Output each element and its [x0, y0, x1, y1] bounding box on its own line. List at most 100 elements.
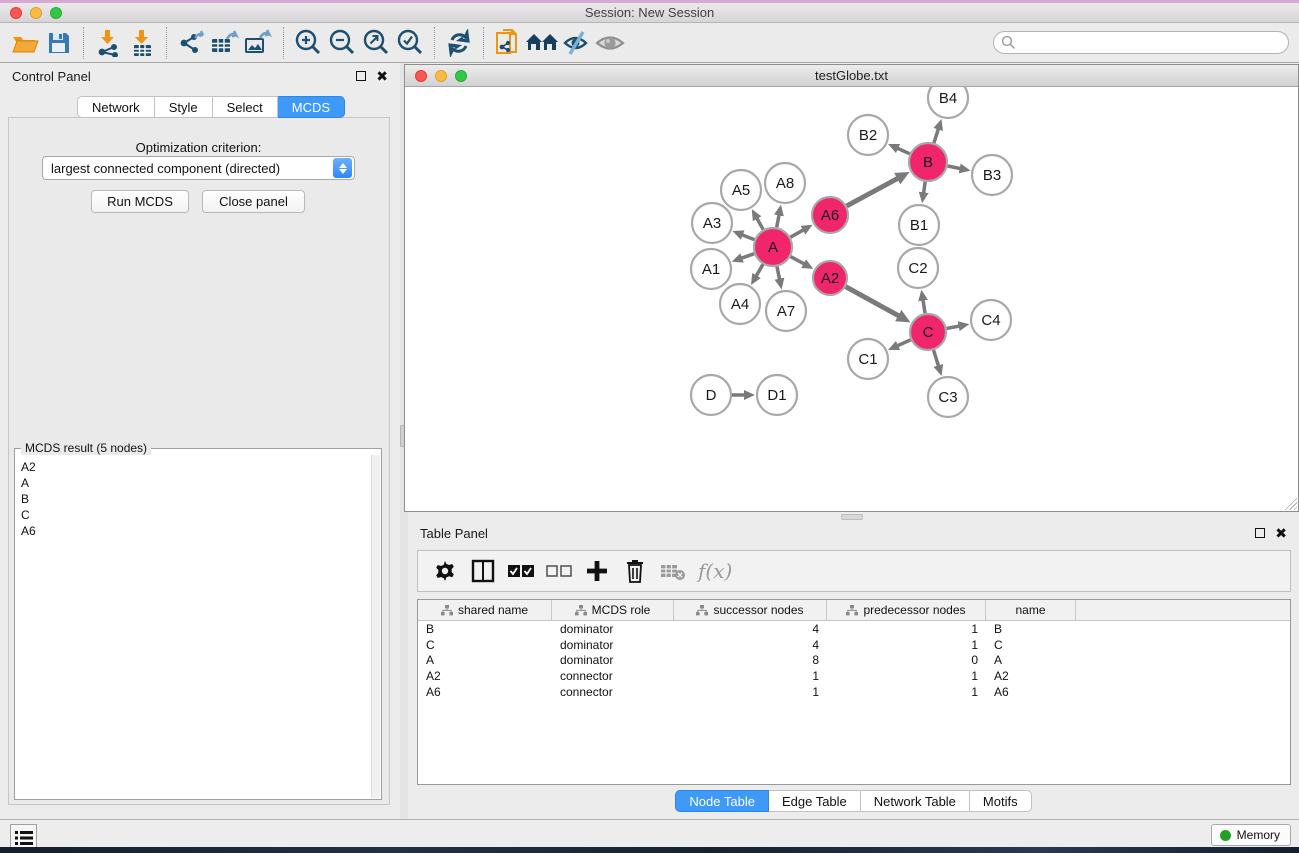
table-float-panel-icon[interactable] — [1255, 528, 1265, 538]
graph-node-A4[interactable]: A4 — [720, 284, 760, 324]
unselect-all-columns-button[interactable] — [542, 554, 576, 588]
graph-node-A1[interactable]: A1 — [691, 249, 731, 289]
mcds-result-list[interactable]: A2ABCA6 — [16, 455, 371, 798]
tab-motifs[interactable]: Motifs — [970, 790, 1032, 812]
hide-selected-button[interactable] — [559, 26, 593, 60]
graph-node-A[interactable]: A — [754, 228, 792, 266]
memory-button[interactable]: Memory — [1211, 824, 1291, 846]
graph-node-B3[interactable]: B3 — [972, 155, 1012, 195]
table-row[interactable]: Adominator80A — [418, 652, 1290, 668]
graph-edge-B-B1[interactable] — [924, 182, 926, 194]
first-neighbors-button[interactable] — [525, 26, 559, 60]
table-row[interactable]: A6connector11A6 — [418, 684, 1290, 700]
graph-edge-A-A6[interactable] — [790, 230, 803, 238]
tab-edge-table[interactable]: Edge Table — [769, 790, 861, 812]
maximize-window-button[interactable] — [50, 7, 62, 19]
network-canvas[interactable]: AA1A2A3A4A5A6A7A8BB1B2B3B4CC1C2C3C4DD1 — [405, 87, 1298, 511]
search-field[interactable] — [993, 31, 1289, 54]
zoom-out-button[interactable] — [325, 26, 359, 60]
mcds-result-item[interactable]: C — [21, 507, 371, 523]
graph-edge-A-A5[interactable] — [757, 218, 764, 230]
tab-node-table[interactable]: Node Table — [675, 790, 769, 812]
graph-edge-C-C2[interactable] — [923, 300, 925, 314]
close-panel-icon[interactable]: ✖ — [376, 69, 388, 83]
tab-style[interactable]: Style — [155, 96, 213, 118]
graph-node-A7[interactable]: A7 — [766, 291, 806, 331]
tab-network-table[interactable]: Network Table — [861, 790, 970, 812]
clone-network-button[interactable] — [491, 26, 525, 60]
show-all-button[interactable] — [593, 26, 627, 60]
graph-edge-B-B4[interactable] — [934, 129, 938, 143]
tab-mcds[interactable]: MCDS — [278, 96, 345, 118]
graph-node-C1[interactable]: C1 — [848, 339, 888, 379]
graph-node-D[interactable]: D — [691, 375, 731, 415]
graph-node-A2[interactable]: A2 — [813, 261, 847, 295]
save-session-button[interactable] — [42, 26, 76, 60]
tab-network[interactable]: Network — [77, 96, 155, 118]
function-builder-button[interactable]: f(x) — [694, 559, 732, 583]
graph-edge-A-A4[interactable] — [756, 264, 763, 276]
export-table-button[interactable] — [208, 26, 242, 60]
refresh-button[interactable] — [442, 26, 476, 60]
column-header-name[interactable]: name — [986, 600, 1076, 620]
import-table-button[interactable] — [125, 26, 159, 60]
graph-edge-C-C4[interactable] — [947, 326, 960, 328]
delete-table-button[interactable] — [656, 554, 690, 588]
table-row[interactable]: A2connector11A2 — [418, 668, 1290, 684]
table-settings-button[interactable] — [428, 554, 462, 588]
graph-node-C[interactable]: C — [910, 314, 946, 350]
delete-column-button[interactable] — [618, 554, 652, 588]
zoom-fit-button[interactable] — [359, 26, 393, 60]
mcds-result-item[interactable]: A6 — [21, 523, 371, 539]
graph-node-C2[interactable]: C2 — [898, 248, 938, 288]
column-header-successor-nodes[interactable]: successor nodes — [674, 600, 827, 620]
graph-edge-A-A8[interactable] — [777, 214, 779, 227]
graph-edge-B-B2[interactable] — [897, 148, 910, 154]
import-network-button[interactable] — [91, 26, 125, 60]
export-network-button[interactable] — [174, 26, 208, 60]
graph-edge-A-A3[interactable] — [742, 235, 755, 240]
graph-node-B1[interactable]: B1 — [899, 205, 939, 245]
float-panel-icon[interactable] — [356, 71, 366, 81]
table-row[interactable]: Cdominator41C — [418, 637, 1290, 653]
open-session-button[interactable] — [8, 26, 42, 60]
tab-select[interactable]: Select — [213, 96, 278, 118]
zoom-selected-button[interactable] — [393, 26, 427, 60]
mcds-result-item[interactable]: A — [21, 475, 371, 491]
network-maximize-button[interactable] — [455, 70, 467, 82]
run-mcds-button[interactable]: Run MCDS — [91, 190, 189, 213]
column-header-shared-name[interactable]: shared name — [418, 600, 552, 620]
criterion-dropdown[interactable]: largest connected component (directed) — [42, 156, 355, 180]
column-header-MCDS-role[interactable]: MCDS role — [552, 600, 674, 620]
zoom-in-button[interactable] — [291, 26, 325, 60]
export-image-button[interactable] — [242, 26, 276, 60]
graph-node-A8[interactable]: A8 — [765, 163, 805, 203]
graph-node-A6[interactable]: A6 — [812, 197, 848, 233]
table-row[interactable]: Bdominator41B — [418, 621, 1290, 637]
graph-edge-B-B3[interactable] — [948, 166, 961, 169]
network-window-titlebar[interactable]: testGlobe.txt — [405, 65, 1298, 87]
graph-edge-A-A2[interactable] — [791, 257, 805, 265]
mcds-result-item[interactable]: A2 — [21, 459, 371, 475]
graph-edge-C-C3[interactable] — [934, 350, 939, 366]
network-close-button[interactable] — [415, 70, 427, 82]
mcds-result-item[interactable]: B — [21, 491, 371, 507]
create-column-button[interactable] — [580, 554, 614, 588]
close-window-button[interactable] — [10, 7, 22, 19]
graph-edge-C-C1[interactable] — [897, 340, 910, 346]
column-header-predecessor-nodes[interactable]: predecessor nodes — [827, 600, 986, 620]
mcds-list-scrollbar[interactable] — [371, 455, 380, 798]
graph-node-D1[interactable]: D1 — [757, 375, 797, 415]
graph-edge-A-A7[interactable] — [777, 267, 780, 280]
graph-edge-A2-C[interactable] — [846, 287, 899, 316]
graph-node-B2[interactable]: B2 — [848, 115, 888, 155]
graph-node-B4[interactable]: B4 — [928, 87, 968, 118]
select-all-columns-button[interactable] — [504, 554, 538, 588]
graph-node-A5[interactable]: A5 — [721, 170, 761, 210]
show-column-panel-button[interactable] — [466, 554, 500, 588]
graph-node-C4[interactable]: C4 — [971, 300, 1011, 340]
minimize-window-button[interactable] — [30, 7, 42, 19]
graph-node-C3[interactable]: C3 — [928, 377, 968, 417]
graph-node-A3[interactable]: A3 — [692, 203, 732, 243]
graph-edge-A6-B[interactable] — [847, 178, 898, 206]
